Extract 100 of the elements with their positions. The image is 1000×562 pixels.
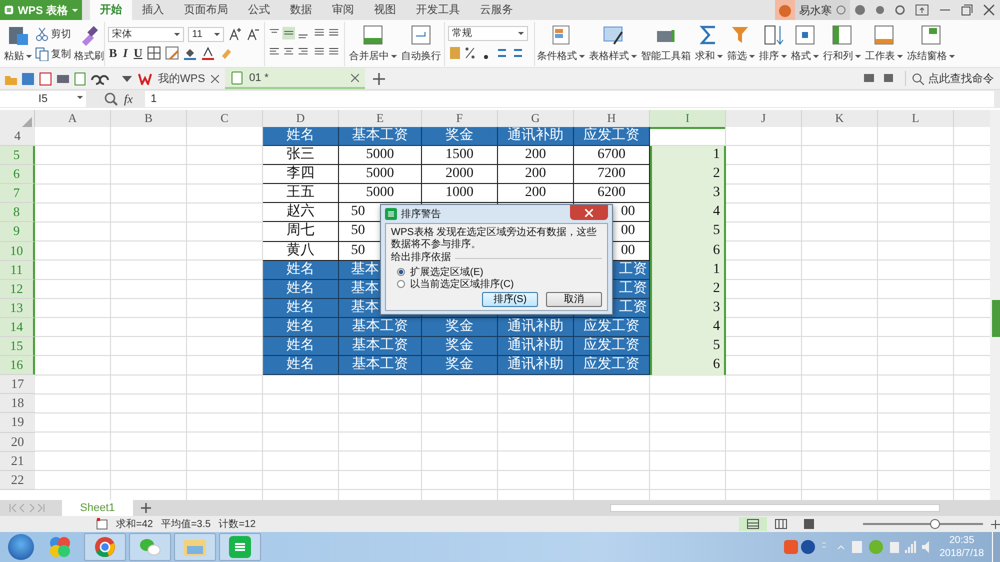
dialog-button[interactable]: 取消	[546, 292, 602, 307]
font-color-icon[interactable]	[201, 46, 216, 60]
menu-tab[interactable]: 数据	[280, 0, 322, 20]
row-header[interactable]: 7	[0, 184, 35, 204]
close-icon[interactable]	[983, 4, 995, 16]
font-size-dropdown[interactable]: 11	[188, 26, 224, 42]
new-tab-icon[interactable]	[373, 72, 386, 84]
settings-icon[interactable]	[836, 5, 846, 15]
browser-taskbar-button[interactable]	[84, 533, 126, 561]
close-icon[interactable]	[351, 74, 360, 82]
ribbon-button[interactable]: 筛选	[726, 24, 756, 63]
row-header[interactable]: 4	[0, 127, 35, 146]
horizontal-scrollbar[interactable]	[610, 504, 940, 512]
ribbon-button[interactable]: 求和	[694, 24, 724, 63]
ribbon-button[interactable]: 条件格式	[536, 24, 586, 63]
macro-icon[interactable]	[96, 518, 108, 530]
font-dropdown[interactable]: 宋体	[108, 26, 184, 42]
close-icon	[585, 208, 593, 216]
spreadsheet-taskbar-button[interactable]	[219, 533, 261, 561]
copy-button[interactable]: 复制	[35, 46, 71, 60]
table-cell: 2	[650, 165, 726, 184]
message-icon[interactable]	[875, 5, 885, 15]
start-button[interactable]	[8, 534, 34, 560]
row-header[interactable]: 6	[0, 165, 35, 184]
menu-tab[interactable]: 公式	[238, 0, 280, 20]
grow-font-icon[interactable]	[228, 27, 242, 41]
restore-icon[interactable]	[961, 4, 973, 16]
dialog-button[interactable]: 排序(S)	[482, 292, 538, 307]
table-cell: 姓名	[263, 280, 339, 299]
ribbon-button[interactable]: 表格样式	[588, 24, 638, 63]
row-header[interactable]: 20	[0, 432, 35, 452]
upload-icon[interactable]	[915, 4, 929, 16]
document-tab[interactable]: 01 *	[225, 68, 366, 89]
document-tab[interactable]: 我的WPS	[132, 68, 226, 89]
format-painter-button[interactable]: 格式刷	[73, 24, 105, 63]
row-header[interactable]: 19	[0, 413, 35, 432]
cell-style-icon[interactable]	[165, 46, 180, 60]
slider-thumb[interactable]	[930, 519, 940, 529]
font-style-button[interactable]: B	[108, 46, 118, 60]
shrink-font-icon[interactable]	[246, 27, 260, 41]
flag-icon[interactable]	[883, 72, 895, 84]
row-header[interactable]: 18	[0, 394, 35, 414]
name-box[interactable]: I5	[0, 91, 86, 107]
skin-icon[interactable]	[855, 5, 865, 15]
row-header[interactable]: 9	[0, 222, 35, 242]
row-header[interactable]: 11	[0, 260, 35, 280]
row-header[interactable]: 21	[0, 452, 35, 471]
row-header[interactable]: 12	[0, 280, 35, 299]
chat-taskbar-button[interactable]	[129, 533, 171, 561]
row-header[interactable]: 13	[0, 298, 35, 318]
table-cell: 5000	[339, 184, 422, 204]
fill-color-icon[interactable]	[183, 46, 198, 60]
table-cell: 奖金	[422, 356, 498, 376]
normal-view-button[interactable]	[739, 517, 767, 531]
tray-icons[interactable]	[782, 539, 932, 555]
help-icon[interactable]	[895, 5, 905, 15]
menu-tab[interactable]: 开始	[90, 0, 132, 20]
close-icon[interactable]	[211, 74, 220, 82]
table-cell: 赵六	[263, 203, 339, 222]
row-header[interactable]: 22	[0, 470, 35, 490]
font-style-button[interactable]: U	[132, 46, 144, 60]
row-header[interactable]: 16	[0, 356, 35, 376]
wrap-text-button[interactable]: 自动换行	[400, 24, 442, 63]
ribbon-button[interactable]: 行和列	[822, 24, 862, 63]
scrollbar-thumb[interactable]	[992, 300, 1000, 337]
zoom-in-icon[interactable]	[991, 520, 1000, 528]
row-header[interactable]: 8	[0, 203, 35, 222]
comment-icon[interactable]	[863, 72, 875, 84]
row-header[interactable]: 10	[0, 242, 35, 261]
paste-button[interactable]: 粘贴	[3, 24, 33, 63]
row-header[interactable]: 5	[0, 146, 35, 166]
close-button[interactable]	[570, 205, 608, 220]
row-header[interactable]: 14	[0, 318, 35, 338]
row-header[interactable]: 15	[0, 337, 35, 356]
function-button[interactable]: fx	[124, 92, 133, 106]
menu-tab[interactable]: 插入	[132, 0, 174, 20]
formula-input[interactable]: 1	[144, 91, 994, 107]
vertical-scrollbar[interactable]	[990, 110, 1000, 500]
border-icon[interactable]	[147, 46, 162, 60]
dropdown-icon[interactable]	[122, 76, 132, 82]
menu-tab[interactable]: 开发工具	[406, 0, 470, 20]
menu-tab[interactable]: 页面布局	[174, 0, 238, 20]
menu-tab[interactable]: 审阅	[322, 0, 364, 20]
font-style-button[interactable]: I	[122, 46, 129, 60]
ribbon-button[interactable]: 排序	[758, 24, 788, 63]
menu-tab[interactable]: 视图	[364, 0, 406, 20]
row-header[interactable]: 17	[0, 375, 35, 394]
zoom-icon[interactable]	[104, 92, 118, 106]
ribbon-button[interactable]: 工作表	[864, 24, 904, 63]
ribbon-button[interactable]: 冻结窗格	[906, 24, 956, 63]
merge-center-button[interactable]: 合并居中	[348, 24, 398, 63]
ribbon-button[interactable]: 智能工具箱	[640, 24, 692, 63]
ribbon-button[interactable]: 格式	[790, 24, 820, 63]
command-search[interactable]: 点此查找命令	[905, 71, 994, 86]
menu-tab[interactable]: 云服务	[470, 0, 523, 20]
grid-icon	[747, 519, 759, 529]
add-sheet-icon[interactable]	[140, 503, 151, 513]
cut-button[interactable]: 剪切	[35, 26, 71, 40]
number-format-dropdown[interactable]: 常规	[448, 26, 528, 41]
table-cell: 姓名	[263, 127, 339, 146]
